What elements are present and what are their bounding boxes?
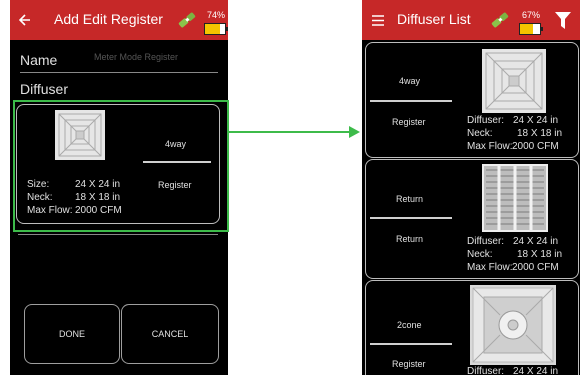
cancel-button[interactable]: CANCEL (121, 304, 219, 364)
diffuser-image (482, 49, 546, 113)
item-divider (370, 100, 452, 102)
neck-value: 18 X 18 in (517, 128, 563, 139)
battery-percent: 67% (522, 10, 541, 20)
diffuser-type: 2cone (397, 320, 422, 330)
diffuser-category: Register (392, 359, 426, 369)
filter-icon[interactable] (555, 12, 571, 29)
diffuser-category: Return (396, 234, 424, 244)
return-grille-image (482, 164, 548, 232)
diffuser-label: Diffuser: (467, 366, 505, 375)
list-item[interactable]: Return Return Diffuser: 24 X 24 in Neck:… (365, 159, 579, 279)
page-title: Add Edit Register (54, 11, 163, 27)
back-arrow-icon[interactable] (19, 14, 31, 26)
diffuser-label: Diffuser (20, 81, 68, 97)
bluetooth-connect-icon[interactable] (176, 9, 198, 31)
diffuser-category: Register (392, 117, 426, 127)
name-label: Name (20, 52, 58, 68)
neck-value: 18 X 18 in (517, 249, 563, 260)
diffuser-image (470, 285, 556, 365)
diffuser-list-screen: Diffuser List 67% 4way Register Diffuser… (362, 0, 580, 375)
arrow-icon (229, 126, 360, 138)
page-title: Diffuser List (397, 11, 471, 27)
list-item[interactable]: 2cone Register Diffuser: 24 X 24 in (365, 280, 579, 375)
neck-label: Neck: (467, 249, 493, 260)
app-bar: Add Edit Register 74% (10, 0, 228, 40)
menu-icon[interactable] (372, 15, 384, 26)
name-underline (20, 72, 218, 73)
neck-label: Neck: (467, 128, 493, 139)
done-button[interactable]: DONE (24, 304, 120, 364)
name-input[interactable]: Meter Mode Register (94, 52, 178, 62)
diffuser-value: 24 X 24 in (513, 366, 559, 375)
diffuser-label: Diffuser: (467, 115, 505, 126)
item-divider (370, 343, 452, 345)
bluetooth-connect-icon[interactable] (489, 9, 511, 31)
battery-icon (519, 23, 543, 35)
item-divider (370, 217, 452, 219)
diffuser-value: 24 X 24 in (513, 115, 559, 126)
maxflow-value: 2000 CFM (512, 262, 559, 273)
diffuser-type: 4way (399, 76, 421, 86)
list-item[interactable]: 4way Register Diffuser: 24 X 24 in Neck:… (365, 42, 579, 158)
selection-highlight (13, 100, 229, 232)
maxflow-label: Max Flow: (467, 141, 513, 152)
battery-icon (204, 23, 228, 35)
diffuser-label: Diffuser: (467, 236, 505, 247)
diffuser-type: Return (396, 194, 424, 204)
maxflow-label: Max Flow: (467, 262, 513, 273)
diffuser-value: 24 X 24 in (513, 236, 559, 247)
card-underline (18, 234, 218, 235)
battery-percent: 74% (207, 10, 226, 20)
maxflow-value: 2000 CFM (512, 141, 559, 152)
app-bar: Diffuser List 67% (362, 0, 580, 40)
